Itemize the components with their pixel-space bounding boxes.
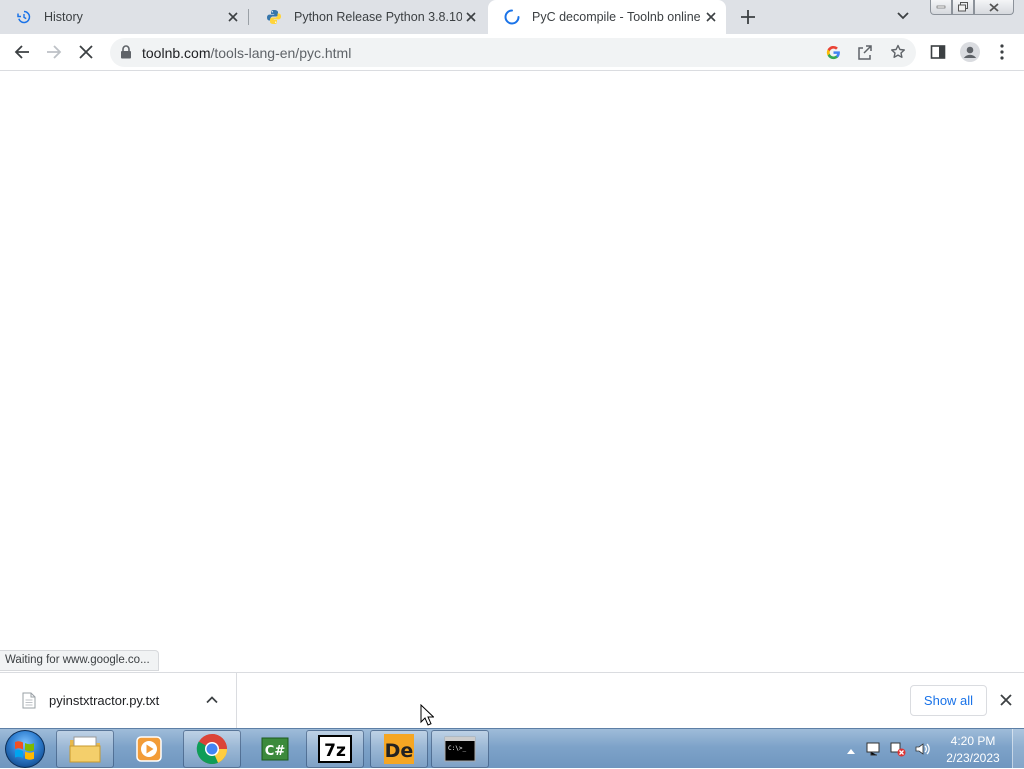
close-icon[interactable]: [462, 8, 480, 26]
forward-button[interactable]: [44, 42, 64, 62]
start-button[interactable]: [5, 730, 45, 768]
tab-title: History: [44, 10, 83, 24]
folder-icon: [69, 736, 101, 763]
lock-icon[interactable]: [120, 45, 132, 62]
svg-text:C:\>_: C:\>_: [448, 745, 466, 752]
taskbar-media-player[interactable]: [120, 730, 178, 768]
url-path: /tools-lang-en/pyc.html: [210, 45, 352, 61]
svg-text:C#: C#: [265, 744, 286, 759]
mouse-cursor-icon: [420, 703, 435, 729]
minimize-button[interactable]: [930, 0, 952, 15]
media-player-icon: [136, 736, 162, 762]
csharp-icon: C#: [261, 737, 289, 761]
side-panel-button[interactable]: [928, 42, 948, 62]
history-icon: [16, 9, 32, 25]
clock-time[interactable]: 4:20 PM: [945, 734, 1001, 748]
svg-text:De: De: [385, 740, 414, 762]
profile-avatar-icon[interactable]: [960, 42, 980, 62]
chrome-icon: [196, 734, 228, 764]
network-disconnected-icon[interactable]: [889, 741, 907, 760]
taskbar-7zip[interactable]: 7z: [306, 730, 364, 768]
windows-taskbar: C# 7z De C:\>_ 4:20 PM 2/23/2023: [0, 728, 1024, 769]
de4dot-icon: De: [384, 734, 414, 764]
window-controls: [930, 0, 1014, 15]
chevron-up-icon[interactable]: [205, 693, 219, 707]
tab-pyc-decompile[interactable]: PyC decompile - Toolnb online to: [488, 0, 726, 34]
download-shelf: pyinstxtractor.py.txt Show all: [0, 672, 1024, 729]
url-text[interactable]: toolnb.com/tools-lang-en/pyc.html: [142, 45, 351, 61]
action-center-icon[interactable]: [865, 741, 883, 760]
back-button[interactable]: [12, 42, 32, 62]
more-menu-icon[interactable]: [992, 42, 1012, 62]
close-icon[interactable]: [998, 692, 1014, 708]
show-hidden-icons-button[interactable]: [846, 743, 856, 758]
close-icon[interactable]: [702, 8, 720, 26]
taskbar-de4dot[interactable]: De: [370, 730, 428, 768]
tab-title: Python Release Python 3.8.10 | Py: [294, 10, 462, 24]
address-bar[interactable]: toolnb.com/tools-lang-en/pyc.html: [110, 38, 916, 67]
tab-python-release[interactable]: Python Release Python 3.8.10 | Py: [250, 0, 486, 34]
show-all-button[interactable]: Show all: [910, 685, 987, 716]
windows-logo-icon: [15, 741, 34, 760]
close-window-button[interactable]: [974, 0, 1014, 15]
taskbar-explorer[interactable]: [56, 730, 114, 768]
url-host: toolnb.com: [142, 45, 211, 61]
taskbar-command-prompt[interactable]: C:\>_: [431, 730, 489, 768]
tab-history[interactable]: History: [0, 0, 248, 34]
tab-separator: [248, 9, 249, 25]
google-lens-icon[interactable]: [826, 45, 841, 63]
7zip-icon: 7z: [318, 735, 352, 763]
clock-date[interactable]: 2/23/2023: [945, 751, 1001, 765]
volume-icon[interactable]: [914, 741, 932, 760]
bookmark-star-icon[interactable]: [890, 44, 906, 63]
taskbar-csharp-tool[interactable]: C#: [246, 730, 304, 768]
file-icon: [22, 692, 36, 709]
share-icon[interactable]: [857, 45, 873, 63]
download-item[interactable]: pyinstxtractor.py.txt: [0, 673, 237, 729]
command-prompt-icon: C:\>_: [444, 736, 476, 762]
download-file-name: pyinstxtractor.py.txt: [49, 693, 160, 708]
tab-strip: History Python Release Python 3.8.10 | P…: [0, 0, 1024, 34]
show-desktop-button[interactable]: [1012, 729, 1024, 769]
loading-spinner-icon: [504, 9, 520, 25]
tab-search-button[interactable]: [896, 9, 914, 25]
status-bubble: Waiting for www.google.co...: [0, 650, 159, 671]
restore-button[interactable]: [952, 0, 974, 15]
tab-title: PyC decompile - Toolnb online to: [532, 10, 702, 24]
browser-toolbar: toolnb.com/tools-lang-en/pyc.html: [0, 34, 1024, 71]
page-content[interactable]: [0, 72, 1024, 672]
new-tab-button[interactable]: [738, 7, 758, 27]
svg-text:7z: 7z: [324, 741, 346, 761]
python-icon: [266, 9, 282, 25]
close-icon[interactable]: [224, 8, 242, 26]
stop-loading-button[interactable]: [76, 42, 96, 62]
taskbar-chrome[interactable]: [183, 730, 241, 768]
